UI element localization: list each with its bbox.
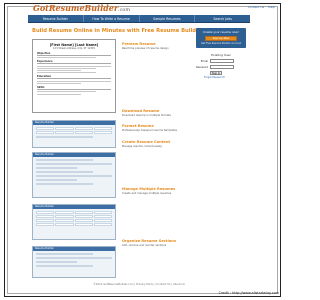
screenshot-row bbox=[36, 167, 77, 169]
feature-title: Create Resume Content bbox=[122, 140, 171, 144]
screenshot-row bbox=[36, 253, 94, 255]
help-link[interactable]: Help bbox=[268, 5, 275, 9]
footer: ©2012 GotResumeBuilder.com | Privacy Pol… bbox=[93, 283, 185, 286]
screenshot-bar: Resume Builder bbox=[33, 121, 115, 125]
feature-title: Manage Multiple Resumes bbox=[122, 187, 176, 191]
text-line bbox=[37, 91, 97, 93]
forgot-password-link[interactable]: Forgot Password? bbox=[204, 76, 246, 79]
text-line bbox=[37, 57, 97, 59]
feature-desc: Manage resume content easily bbox=[122, 145, 162, 148]
screenshot-manage: Resume Builder bbox=[32, 204, 116, 240]
screenshot-bar: Resume Builder bbox=[33, 205, 115, 209]
screenshot-row bbox=[36, 261, 77, 263]
contact-link[interactable]: Contact Us bbox=[248, 5, 264, 9]
feature-desc: Real time preview of resume design bbox=[122, 47, 169, 50]
text-line bbox=[37, 72, 97, 74]
screenshot-row bbox=[36, 257, 112, 259]
screenshot-organize: Resume Builder bbox=[32, 246, 116, 278]
text-line bbox=[37, 80, 111, 82]
resume-section-title: Skills bbox=[37, 86, 111, 91]
screenshot-bar: Resume Builder bbox=[33, 247, 115, 251]
resume-section-title: Experience bbox=[37, 60, 111, 65]
feature-desc: Download resume in multiple formats bbox=[122, 114, 171, 117]
main-content: Build Resume Online in Minutes with Free… bbox=[28, 24, 250, 282]
signup-button[interactable]: Sign Up Now bbox=[205, 36, 237, 41]
text-line bbox=[37, 93, 82, 95]
email-row: Email bbox=[196, 59, 246, 63]
top-links: Contact Us Help bbox=[245, 5, 275, 9]
screenshot-table bbox=[36, 211, 112, 226]
sign-in-button[interactable]: Sign In bbox=[210, 71, 222, 75]
feature-download: Download Resume Download resume in multi… bbox=[122, 109, 192, 117]
logo-domain: .com bbox=[118, 7, 131, 13]
credit-text: Credit : http://www.allstartalog.com bbox=[218, 291, 279, 295]
resume-section-title: Objective bbox=[37, 52, 111, 56]
feature-title: Preview Resume bbox=[122, 42, 156, 46]
feature-title: Download Resume bbox=[122, 109, 160, 113]
login-box: Existing User Email Password Sign In For… bbox=[196, 53, 246, 79]
feature-desc: Professionally designed resume templates bbox=[122, 129, 177, 132]
nav-item-sample-resumes[interactable]: Sample Resumes bbox=[140, 15, 196, 22]
sidebar: Create your resume now! Sign Up Now Get … bbox=[196, 28, 246, 79]
text-line bbox=[37, 83, 82, 85]
feature-organize: Organize Resume Sections Add, remove and… bbox=[122, 239, 192, 247]
screenshot-row bbox=[36, 171, 94, 173]
password-field[interactable] bbox=[210, 65, 234, 69]
feature-title: Organize Resume Sections bbox=[122, 239, 177, 243]
screenshot-content: Resume Builder bbox=[32, 152, 116, 198]
screenshot-row bbox=[36, 179, 77, 181]
screenshot-row bbox=[36, 183, 94, 185]
feature-preview: Preview Resume Real time preview of resu… bbox=[122, 42, 192, 50]
text-line bbox=[37, 65, 111, 67]
text-line bbox=[37, 70, 82, 72]
screenshot-bar: Resume Builder bbox=[33, 153, 115, 157]
feature-title: Format Resume bbox=[122, 124, 154, 128]
login-title: Existing User bbox=[211, 53, 231, 57]
logo-text: GotResumeBuilder bbox=[33, 3, 119, 13]
password-label: Password bbox=[196, 65, 209, 69]
page-headline: Build Resume Online in Minutes with Free… bbox=[32, 28, 204, 34]
feature-format: Format Resume Professionally designed re… bbox=[122, 124, 192, 132]
nav-item-resume-builder[interactable]: Resume Builder bbox=[28, 15, 84, 22]
feature-manage: Manage Multiple Resumes Create and manag… bbox=[122, 187, 192, 195]
site-logo[interactable]: GotResumeBuilder.com bbox=[33, 3, 130, 13]
screenshot-row bbox=[36, 265, 94, 267]
resume-section-title: Education bbox=[37, 75, 111, 80]
password-row: Password bbox=[196, 65, 246, 69]
email-label: Email bbox=[200, 59, 208, 63]
screenshot-row bbox=[36, 159, 94, 161]
resume-preview: [First Name] [Last Name] 123 Street Addr… bbox=[32, 39, 116, 113]
nav-item-search-jobs[interactable]: Search Jobs bbox=[195, 15, 250, 22]
resume-address: 123 Street Address, City, ST 12345 bbox=[53, 47, 95, 50]
nav-item-how-to-write[interactable]: How To Write a Resume bbox=[84, 15, 140, 22]
screenshot-table bbox=[36, 127, 112, 134]
email-field[interactable] bbox=[210, 59, 234, 63]
feature-desc: Add, remove and reorder sections bbox=[122, 244, 167, 247]
feature-desc: Create and manage multiple resumes bbox=[122, 192, 172, 195]
screenshot-row bbox=[36, 163, 112, 165]
screenshot-row bbox=[36, 175, 112, 177]
signup-note: Get Free Resume Builder Account bbox=[200, 42, 242, 45]
signup-box: Create your resume now! Sign Up Now Get … bbox=[196, 28, 246, 48]
feature-content: Create Resume Content Manage resume cont… bbox=[122, 140, 192, 148]
text-line bbox=[37, 67, 97, 69]
screenshot-row bbox=[36, 136, 94, 138]
signup-text: Create your resume now! bbox=[203, 30, 239, 34]
main-nav: Resume Builder How To Write a Resume Sam… bbox=[28, 15, 250, 23]
screenshot-download: Resume Builder bbox=[32, 120, 116, 148]
